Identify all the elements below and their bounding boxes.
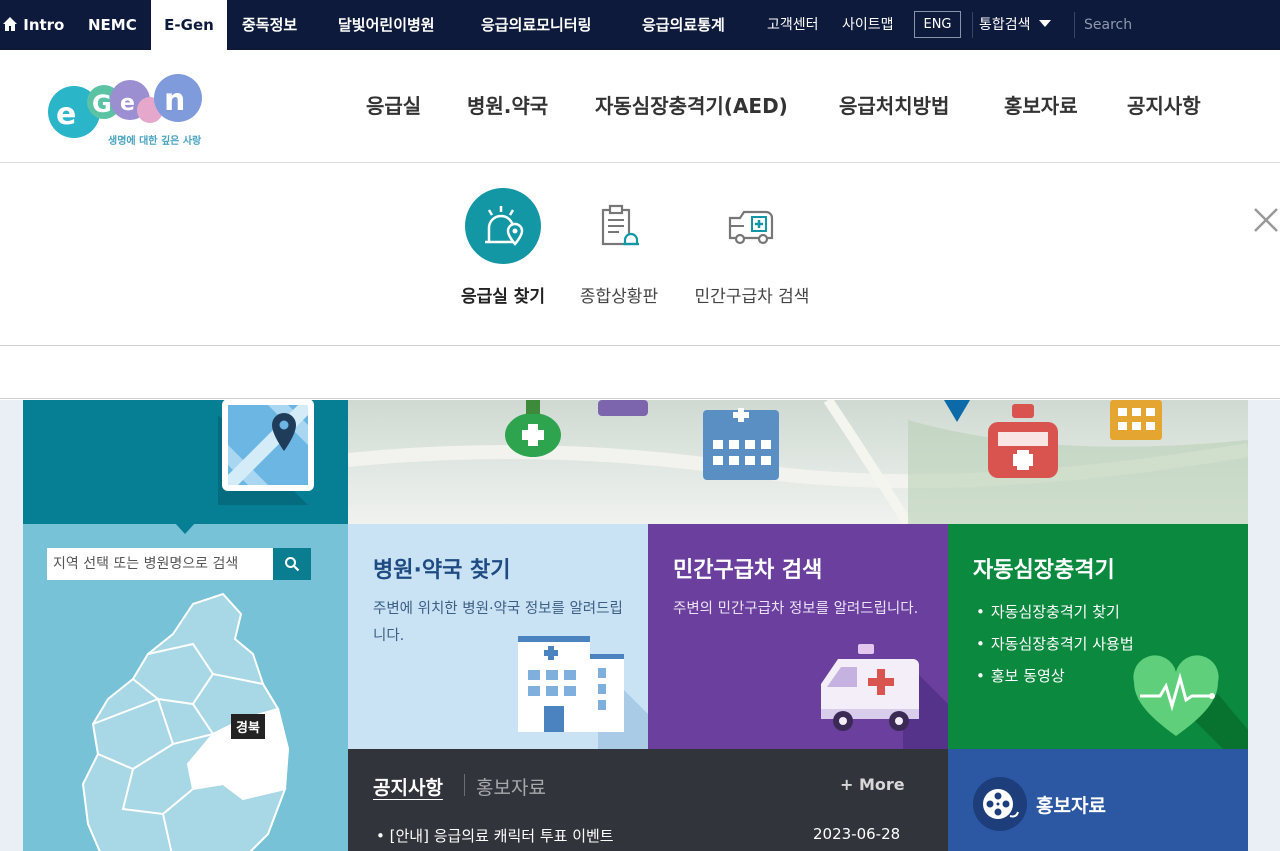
card-title: 민간구급차 검색 <box>673 558 823 583</box>
section-pointer <box>174 522 196 534</box>
nav-emergency-room[interactable]: 응급실 <box>366 90 421 119</box>
notice-date: 2023-06-28 <box>813 825 901 843</box>
tab-nemc[interactable]: NEMC <box>88 0 137 50</box>
aed-link-list: 자동심장충격기 찾기 자동심장충격기 사용법 홍보 동영상 <box>976 596 1134 692</box>
notice-more-link[interactable]: + More <box>840 775 905 794</box>
film-reel-icon <box>973 777 1027 831</box>
map-pin-icon <box>218 400 314 505</box>
topbar-divider <box>972 12 973 38</box>
tab-intro[interactable]: Intro <box>0 0 70 50</box>
svg-text:n: n <box>164 83 185 118</box>
caret-down-icon <box>1038 20 1051 27</box>
notice-tab-divider <box>464 774 465 796</box>
tab-emergency-monitoring[interactable]: 응급의료모니터링 <box>481 0 591 50</box>
emergency-room-search-input[interactable] <box>47 548 273 580</box>
tab-intro-label: Intro <box>23 16 65 34</box>
submenu-private-ambulance-search[interactable]: 민간구급차 검색 <box>682 188 822 307</box>
ambulance-icon <box>714 188 790 264</box>
emergency-room-search-button[interactable] <box>273 548 311 580</box>
main-content: 경북 <box>0 400 1280 851</box>
svg-text:e: e <box>56 97 76 132</box>
tab-egen[interactable]: E-Gen <box>151 0 227 50</box>
emergency-room-icon <box>465 188 541 264</box>
nav-aed[interactable]: 자동심장충격기(AED) <box>595 90 788 119</box>
eng-language-button[interactable]: ENG <box>914 11 961 38</box>
submenu-label: 종합상황판 <box>579 287 659 307</box>
emergency-room-region-map: 경북 <box>23 524 348 851</box>
nav-first-aid[interactable]: 응급처치방법 <box>839 90 949 119</box>
korea-map[interactable] <box>63 584 343 851</box>
nav-promotional-material[interactable]: 홍보자료 <box>1004 90 1078 119</box>
promo-material-panel[interactable]: 홍보자료 <box>948 749 1248 851</box>
tab-moonlight-children-hospital[interactable]: 달빛어린이병원 <box>338 0 435 50</box>
aed-link-video[interactable]: 홍보 동영상 <box>976 660 1134 692</box>
ambulance-marker-icon <box>988 404 1058 478</box>
building-grid-icon <box>1110 400 1162 440</box>
top-search-input[interactable] <box>1084 12 1274 38</box>
aed-link-find[interactable]: 자동심장충격기 찾기 <box>976 596 1134 628</box>
heart-pulse-icon <box>1133 655 1248 749</box>
hospital-icon <box>703 408 779 480</box>
submenu-divider-strip <box>0 347 1280 399</box>
tab-promo-material[interactable]: 홍보자료 <box>476 773 546 800</box>
svg-text:e: e <box>120 91 135 116</box>
status-board-icon <box>581 188 657 264</box>
tab-poison-info[interactable]: 중독정보 <box>242 0 297 50</box>
hospital-building-icon <box>518 636 648 749</box>
emergency-room-finder-header <box>23 400 348 524</box>
customer-center-link[interactable]: 고객센터 <box>767 0 819 50</box>
card-title: 자동심장충격기 <box>973 558 1115 583</box>
top-navigation-bar: Intro NEMC E-Gen 중독정보 달빛어린이병원 응급의료모니터링 응… <box>0 0 1280 50</box>
map-illustration <box>348 400 1248 524</box>
card-aed[interactable]: 자동심장충격기 자동심장충격기 찾기 자동심장충격기 사용법 홍보 동영상 <box>948 524 1248 749</box>
close-icon[interactable] <box>1250 204 1280 236</box>
card-find-hospital-pharmacy[interactable]: 병원·약국 찾기 주변에 위치한 병원·약국 정보를 알려드립니다. <box>348 524 648 749</box>
submenu-status-board[interactable]: 종합상황판 <box>549 188 689 307</box>
sitemap-link[interactable]: 사이트맵 <box>842 0 894 50</box>
submenu-label: 민간구급차 검색 <box>694 287 810 307</box>
notice-panel: 공지사항 홍보자료 + More • [안내] 응급의료 캐릭터 투표 이벤트 … <box>348 749 948 851</box>
nav-notices[interactable]: 공지사항 <box>1127 90 1201 119</box>
tab-emergency-statistics[interactable]: 응급의료통계 <box>642 0 725 50</box>
egen-logo[interactable]: e G e n 생명에 대한 깊은 사랑 <box>46 72 216 152</box>
topbar-divider <box>1074 12 1075 38</box>
card-title: 병원·약국 찾기 <box>373 558 511 583</box>
notice-item[interactable]: • [안내] 응급의료 캐릭터 투표 이벤트 <box>376 825 614 846</box>
site-header: e G e n 생명에 대한 깊은 사랑 응급실 병원.약국 자동심장충격기(A… <box>0 50 1280 163</box>
region-label-gyeongbuk[interactable]: 경북 <box>231 714 265 739</box>
svg-text:G: G <box>92 90 112 118</box>
home-icon <box>3 17 17 31</box>
aed-link-usage[interactable]: 자동심장충격기 사용법 <box>976 628 1134 660</box>
tab-notices[interactable]: 공지사항 <box>373 773 443 800</box>
promo-material-label: 홍보자료 <box>1036 795 1106 817</box>
emergency-room-submenu: 응급실 찾기 종합상황판 민간구급차 검색 <box>0 164 1280 346</box>
card-private-ambulance-search[interactable]: 민간구급차 검색 주변의 민간구급차 정보를 알려드립니다. <box>648 524 948 749</box>
logo-tagline: 생명에 대한 깊은 사랑 <box>108 136 202 147</box>
ambulance-vehicle-icon <box>821 644 948 749</box>
search-icon <box>285 557 300 572</box>
nav-hospital-pharmacy[interactable]: 병원.약국 <box>467 90 548 119</box>
map-banner-image <box>348 400 1248 524</box>
integrated-search-label: 통합검색 <box>979 17 1031 33</box>
card-description: 주변의 민간구급차 정보를 알려드립니다. <box>673 601 919 617</box>
pharmacy-icon <box>505 400 561 457</box>
integrated-search-dropdown[interactable]: 통합검색 <box>979 0 1051 50</box>
